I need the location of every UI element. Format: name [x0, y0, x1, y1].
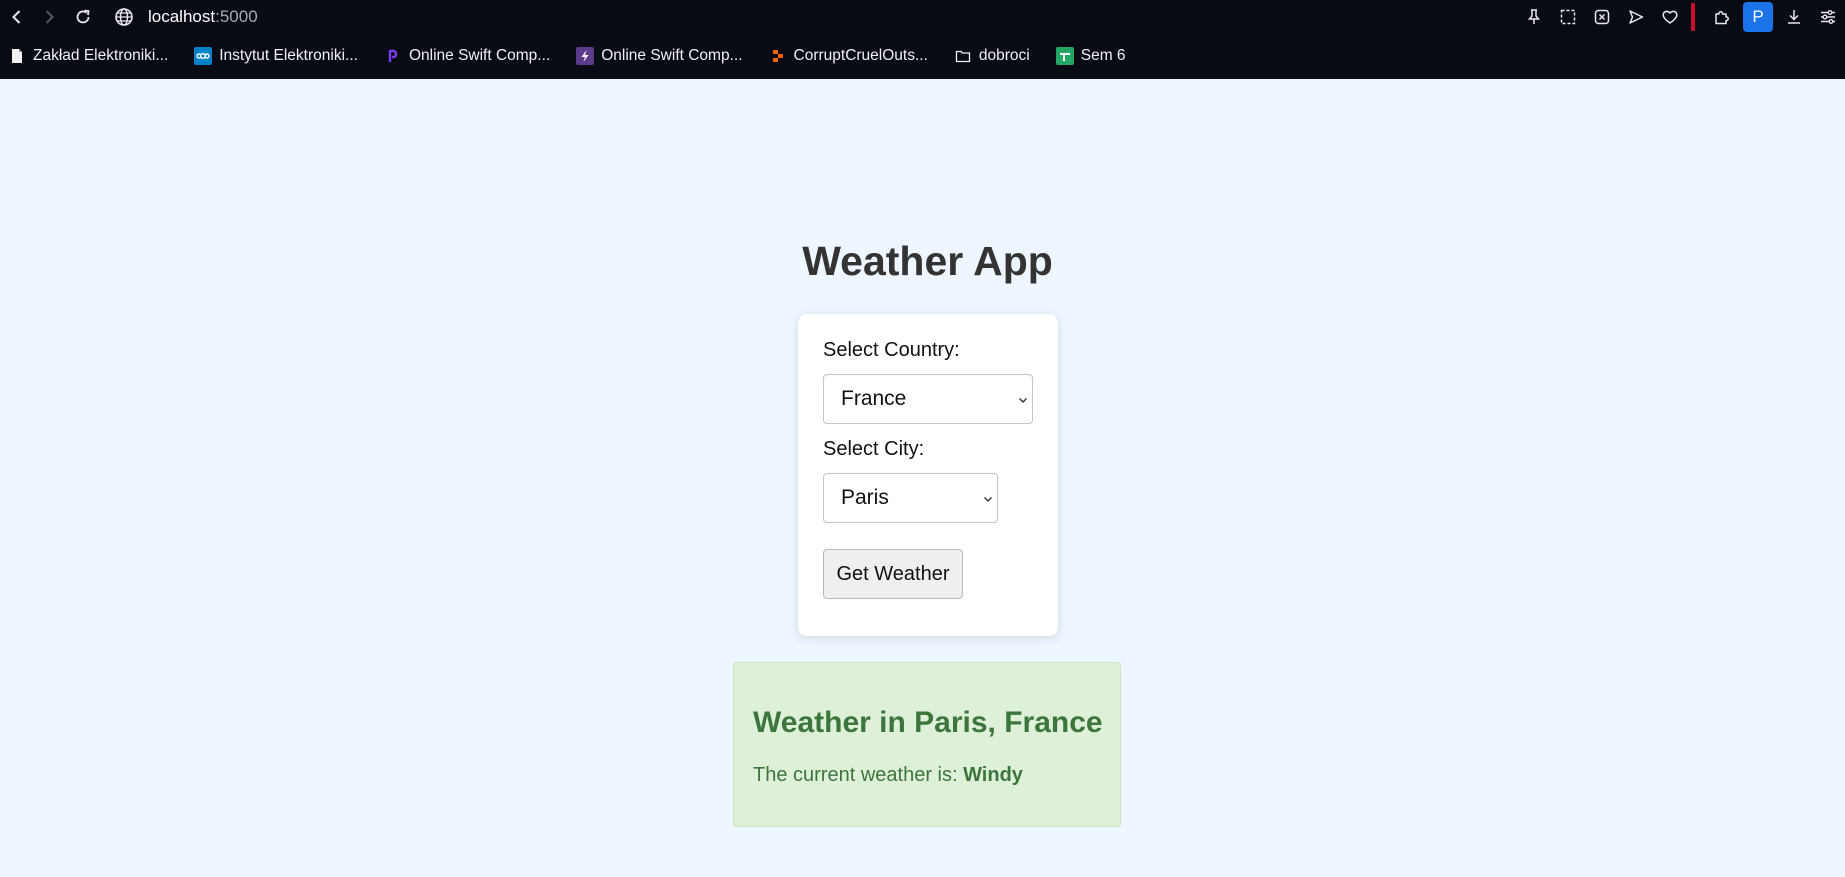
chevron-down-icon	[984, 497, 992, 502]
snapshot-icon[interactable]	[1551, 3, 1585, 31]
page-title: Weather App	[802, 238, 1053, 284]
profile-avatar[interactable]: P	[1743, 2, 1773, 32]
weather-form: Select Country: France Select City: Pari…	[798, 314, 1058, 636]
bookmark-folder[interactable]: dobroci	[954, 47, 1030, 65]
bookmark-item[interactable]: Online Swift Comp...	[384, 47, 550, 65]
bookmark-label: CorruptCruelOuts...	[793, 47, 928, 64]
bookmark-label: Zakład Elektroniki...	[33, 47, 169, 64]
weather-result: Weather in Paris, France The current wea…	[733, 662, 1121, 827]
nextcloud-icon	[194, 47, 213, 65]
bookmark-label: dobroci	[978, 47, 1030, 64]
document-icon	[8, 47, 26, 65]
globe-icon	[114, 7, 134, 27]
bookmark-label: Online Swift Comp...	[408, 47, 551, 64]
sheets-icon	[1055, 47, 1074, 65]
bookmark-label: Instytut Elektroniki...	[219, 47, 358, 64]
city-select-value: Paris	[841, 486, 889, 509]
bookmark-item[interactable]: Instytut Elektroniki...	[194, 47, 358, 65]
bookmark-item[interactable]: Online Swift Comp...	[576, 47, 743, 65]
result-text: The current weather is: Windy	[753, 764, 1023, 787]
easy-setup-icon[interactable]	[1811, 3, 1845, 31]
toolbar-separator	[1691, 3, 1695, 31]
country-label: Select Country:	[823, 339, 960, 361]
bookmark-item[interactable]: CorruptCruelOuts...	[769, 47, 928, 65]
forward-icon[interactable]	[38, 6, 60, 28]
bookmark-label: Online Swift Comp...	[601, 47, 743, 64]
url-host: localhost	[148, 7, 216, 26]
heart-icon[interactable]	[1653, 3, 1687, 31]
back-icon[interactable]	[6, 6, 28, 28]
country-select-value: France	[841, 387, 907, 410]
extensions-icon[interactable]	[1705, 3, 1739, 31]
weather-condition: Windy	[963, 764, 1023, 786]
result-heading: Weather in Paris, France	[753, 706, 1103, 739]
bookmark-item[interactable]: Zakład Elektroniki...	[8, 47, 168, 65]
bookmark-item[interactable]: Sem 6	[1055, 47, 1126, 65]
bookmark-label: Sem 6	[1080, 47, 1126, 64]
country-select[interactable]: France	[823, 374, 1033, 424]
chevron-down-icon	[1019, 398, 1027, 403]
download-icon[interactable]	[1777, 3, 1811, 31]
reload-icon[interactable]	[72, 6, 94, 28]
swift-icon	[384, 47, 402, 65]
close-box-icon[interactable]	[1585, 3, 1619, 31]
replit-icon	[769, 47, 787, 65]
result-prefix: The current weather is:	[753, 764, 964, 786]
address-bar[interactable]: localhost:5000	[114, 4, 258, 30]
city-select[interactable]: Paris	[823, 473, 998, 523]
url-port: :5000	[215, 7, 258, 26]
send-icon[interactable]	[1619, 3, 1653, 31]
browser-toolbar: localhost:5000 P	[0, 0, 1845, 34]
pin-icon[interactable]	[1517, 3, 1551, 31]
bolt-icon	[576, 47, 595, 65]
toolbar-actions: P	[1517, 2, 1845, 32]
city-label: Select City:	[823, 438, 925, 460]
folder-icon	[954, 47, 972, 65]
get-weather-button[interactable]: Get Weather	[823, 549, 963, 599]
browser-chrome: localhost:5000 P Zakład Elektroniki... I…	[0, 0, 1845, 79]
bookmarks-bar: Zakład Elektroniki... Instytut Elektroni…	[0, 44, 1144, 68]
